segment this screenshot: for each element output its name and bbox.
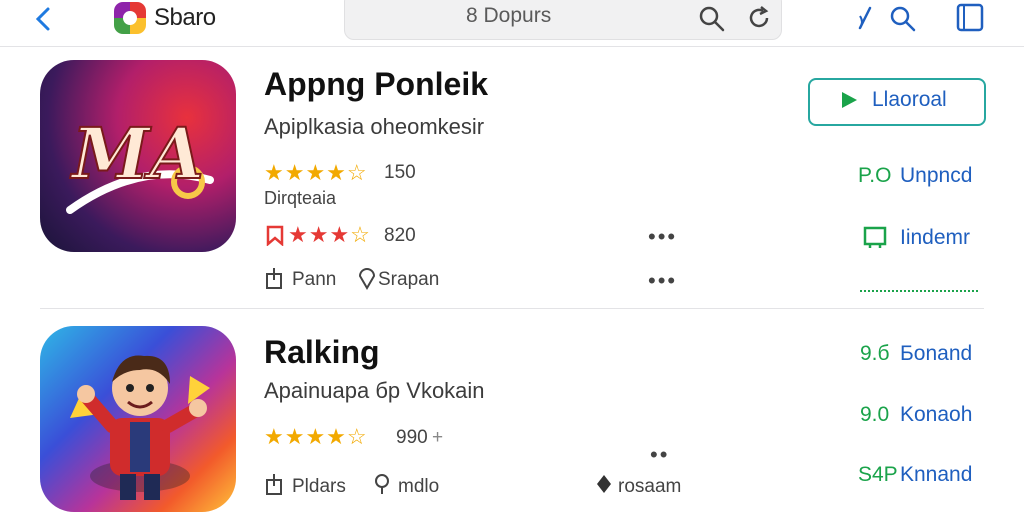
meta-right-2[interactable]: rosaam [618, 476, 681, 498]
pin-icon [372, 472, 392, 496]
row-divider [40, 308, 984, 309]
app-subtitle-1: Apiplkasia oheomkesir [264, 114, 485, 139]
stat1-label-1: Unpncd [900, 164, 973, 187]
meta-left-2[interactable]: Pldars [292, 476, 346, 498]
install-label-1: Llaoroal [872, 88, 947, 111]
stat1-label-2: Бonand [900, 342, 973, 365]
stat3-label-2: Knnand [900, 463, 973, 486]
play-icon [838, 89, 860, 111]
tag-icon [594, 472, 614, 496]
stat2-label-2: Konaoh [900, 403, 973, 426]
app-title-2[interactable]: Ralking [264, 334, 380, 371]
brand-name: Sbaro [154, 4, 216, 31]
faded-divider [860, 290, 978, 294]
app-icon-2[interactable] [40, 326, 236, 512]
stat1-value-2: 9.б [860, 342, 890, 365]
location-icon [356, 266, 378, 290]
share-icon-2[interactable] [264, 472, 284, 496]
stat3-value-2: S4P [858, 463, 898, 486]
app-icon-1-lettering: MA [70, 112, 204, 195]
stat2-label-1: Iindemr [900, 226, 971, 249]
magnifier-icon[interactable] [888, 4, 918, 32]
app-icon-1[interactable]: MA [40, 60, 236, 252]
add-icon[interactable]: + [432, 427, 443, 449]
star-rating-1: ★★★★☆ [264, 160, 368, 185]
app-title-1[interactable]: Appng Ponleik [264, 66, 488, 103]
rating-label-1: Dirqteaia [264, 188, 337, 208]
brand-logo-icon [114, 2, 146, 34]
rating-count-2: 990 [396, 427, 428, 448]
more-icon-1[interactable]: ••• [648, 224, 677, 250]
tabs-icon[interactable] [954, 2, 986, 32]
app-subtitle-2: Apainuapa бр Vkokain [264, 378, 485, 403]
rating-count-1b: 820 [384, 225, 416, 246]
reload-icon[interactable] [746, 5, 772, 31]
meta-mid-2[interactable]: mdlo [398, 476, 439, 498]
more-icon-1b[interactable]: ••• [648, 268, 677, 294]
stat1-value-1: P.O [858, 164, 892, 187]
meta-left-1[interactable]: Pann [292, 269, 336, 291]
search-icon[interactable] [698, 5, 726, 33]
more-icon-2[interactable]: •• [650, 442, 669, 468]
rating-count-1: 150 [384, 162, 416, 183]
stat2-value-2: 9.0 [860, 403, 890, 426]
back-icon[interactable] [30, 4, 58, 32]
meta-right-1[interactable]: Srapan [378, 269, 439, 291]
star-rating-1b: ★★★☆ [288, 222, 371, 247]
top-bar: Sbaro 8 Dopurs [0, 0, 1024, 46]
search-text: 8 Dopurs [466, 4, 552, 27]
bookmark-icon [264, 224, 286, 246]
star-rating-2: ★★★★☆ [264, 424, 368, 449]
calendar-icon [862, 224, 888, 250]
edit-pen-icon[interactable] [856, 4, 874, 32]
share-icon[interactable] [264, 266, 284, 290]
top-divider [0, 46, 1024, 47]
